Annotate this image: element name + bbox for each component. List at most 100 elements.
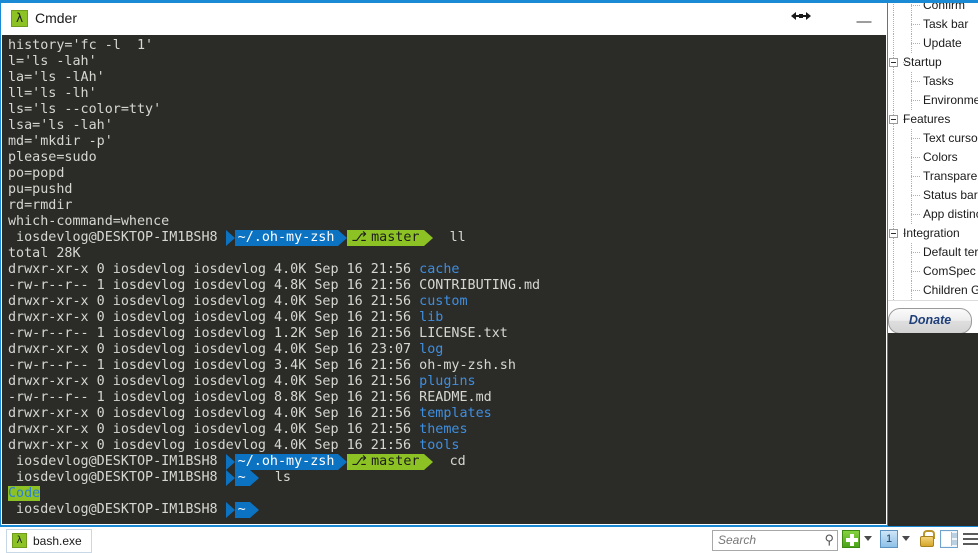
ls-filename: CONTRIBUTING.md: [419, 278, 541, 293]
prompt-git-segment: ⎇ master: [347, 230, 425, 246]
tree-collapse-icon[interactable]: [889, 58, 898, 67]
tree-guide-line: [911, 290, 921, 291]
terminal-output-line: pu=pushd: [8, 182, 886, 198]
tree-guide-line: [893, 15, 894, 34]
terminal-ls-row: drwxr-xr-x 0 iosdevlog iosdevlog 4.0K Se…: [8, 438, 886, 454]
cmder-titlebar[interactable]: λ Cmder —: [1, 3, 887, 35]
terminal-prompt-line: iosdevlog@DESKTOP-IM1BSH8 ~/.oh-my-zsh ⎇ …: [8, 230, 886, 246]
powerline-arrow-icon: [338, 230, 348, 246]
terminal-output-text: which-command=whence: [8, 214, 170, 229]
horizontal-resize-cursor-icon: [791, 9, 811, 23]
terminal-prompt-line: iosdevlog@DESKTOP-IM1BSH8 ~: [8, 502, 886, 518]
terminal-output-line: please=sudo: [8, 150, 886, 166]
settings-tree-item-label: Text cursor: [923, 131, 978, 145]
terminal-output-text: la='ls -lAh': [8, 70, 105, 85]
minimize-button[interactable]: —: [853, 9, 875, 30]
terminal-output-line: history='fc -l 1': [8, 38, 886, 54]
prompt-home-segment: ~: [234, 502, 250, 518]
donate-button[interactable]: Donate: [888, 308, 972, 334]
tree-guide-line: [893, 262, 894, 281]
terminal-output-text: rd=rmdir: [8, 198, 73, 213]
panel-icon[interactable]: [940, 530, 958, 548]
screen: Settings [xml] ConEmu 161022 [64] {Stabl…: [0, 0, 978, 553]
settings-tree-item-label: Task bar: [923, 17, 969, 31]
prompt-path-segment: ~/.oh-my-zsh: [234, 454, 339, 470]
lock-icon[interactable]: [918, 530, 936, 548]
tree-guide-line: [911, 24, 921, 25]
terminal-output-line: md='mkdir -p': [8, 134, 886, 150]
terminal-output-text: pu=pushd: [8, 182, 73, 197]
tree-guide-line: [911, 214, 921, 215]
prompt-git-segment: ⎇ master: [347, 454, 425, 470]
settings-tree-item-label: Default term: [923, 245, 978, 259]
terminal-output[interactable]: history='fc -l 1' l='ls -lah' la='ls -lAh'…: [2, 35, 886, 524]
terminal-prompt-line: iosdevlog@DESKTOP-IM1BSH8 ~/.oh-my-zsh ⎇ …: [8, 454, 886, 470]
tree-collapse-icon[interactable]: [889, 115, 898, 124]
terminal-output-text: total 28K: [8, 246, 81, 261]
tree-guide-line: [911, 43, 921, 44]
ls-metadata: -rw-r--r-- 1 iosdevlog iosdevlog 1.2K Se…: [8, 326, 420, 341]
new-console-button[interactable]: [842, 530, 860, 548]
hamburger-icon[interactable]: [962, 530, 978, 548]
cmder-window: λ Cmder — history='fc -l 1' l='ls -lah' la…: [0, 2, 888, 526]
active-console-button[interactable]: 1: [880, 530, 898, 548]
terminal-ls-row: drwxr-xr-x 0 iosdevlog iosdevlog 4.0K Se…: [8, 262, 886, 278]
settings-tree-item-label: Integration: [903, 226, 960, 240]
prompt-command: ll: [433, 230, 466, 245]
tree-guide-line: [893, 281, 894, 300]
ls-filename: templates: [419, 406, 492, 421]
tab-bash-exe[interactable]: λ bash.exe: [6, 529, 92, 553]
terminal-highlighted-name: Code: [8, 486, 41, 501]
tree-guide-line: [911, 5, 921, 6]
panel-left-pane: [942, 532, 952, 546]
new-console-dropdown-arrow-icon[interactable]: [864, 536, 872, 541]
terminal-ls-row: drwxr-xr-x 0 iosdevlog iosdevlog 4.0K Se…: [8, 342, 886, 358]
terminal-output-line: lsa='ls -lah': [8, 118, 886, 134]
cmder-lambda-icon: λ: [11, 10, 28, 27]
terminal-output-line: total 28K: [8, 246, 886, 262]
terminal-output-line: which-command=whence: [8, 214, 886, 230]
prompt-user-host: iosdevlog@DESKTOP-IM1BSH8: [8, 454, 226, 469]
status-bar: λ bash.exe Search ⚲ 1: [0, 526, 978, 553]
settings-tree[interactable]: Confirm Task bar Update Startup Tasks Environ…: [880, 3, 978, 301]
search-icon[interactable]: ⚲: [824, 532, 834, 548]
tree-guide-line: [911, 300, 912, 301]
settings-tree-item-label: Startup: [903, 55, 942, 69]
ls-filename: cache: [419, 262, 460, 277]
cmder-window-title: Cmder: [35, 10, 78, 26]
terminal-ls-row: drwxr-xr-x 0 iosdevlog iosdevlog 4.0K Se…: [8, 406, 886, 422]
tree-guide-line: [911, 271, 921, 272]
prompt-command: cd: [433, 454, 466, 469]
terminal-output-line: Code: [8, 486, 886, 502]
tree-guide-line: [893, 186, 894, 205]
ls-filename: oh-my-zsh.sh: [419, 358, 516, 373]
terminal-ls-row: -rw-r--r-- 1 iosdevlog iosdevlog 8.8K Se…: [8, 390, 886, 406]
settings-tree-item-label: Transparent: [923, 169, 978, 183]
tree-guide-line: [893, 300, 894, 301]
tree-guide-line: [911, 138, 921, 139]
settings-tree-item-label: Features: [903, 112, 951, 126]
terminal-output-text: please=sudo: [8, 150, 97, 165]
terminal-ls-row: -rw-r--r-- 1 iosdevlog iosdevlog 4.8K Se…: [8, 278, 886, 294]
search-input[interactable]: Search ⚲: [712, 530, 838, 551]
ls-filename: custom: [419, 294, 468, 309]
tree-collapse-icon[interactable]: [889, 229, 898, 238]
settings-tree-item-label: Tasks: [923, 74, 954, 88]
powerline-arrow-icon: [225, 470, 235, 486]
console-list-dropdown-arrow-icon[interactable]: [902, 536, 910, 541]
ls-metadata: drwxr-xr-x 0 iosdevlog iosdevlog 4.0K Se…: [8, 310, 420, 325]
settings-tree-item-label: Status bar: [923, 188, 978, 202]
terminal-output-text: history='fc -l 1': [8, 38, 154, 53]
terminal-output-text: l='ls -lah': [8, 54, 97, 69]
tree-guide-line: [911, 81, 921, 82]
ls-filename: lib: [419, 310, 444, 325]
hamburger-bar-2: [963, 538, 978, 540]
terminal-ls-row: drwxr-xr-x 0 iosdevlog iosdevlog 4.0K Se…: [8, 310, 886, 326]
tree-guide-line: [893, 148, 894, 167]
powerline-arrow-icon: [225, 230, 235, 246]
ls-filename: plugins: [419, 374, 476, 389]
settings-tree-item-label: ComSpec: [923, 264, 976, 278]
prompt-user-host: iosdevlog@DESKTOP-IM1BSH8: [8, 470, 226, 485]
tree-guide-line: [893, 72, 894, 91]
powerline-arrow-icon: [225, 502, 235, 518]
